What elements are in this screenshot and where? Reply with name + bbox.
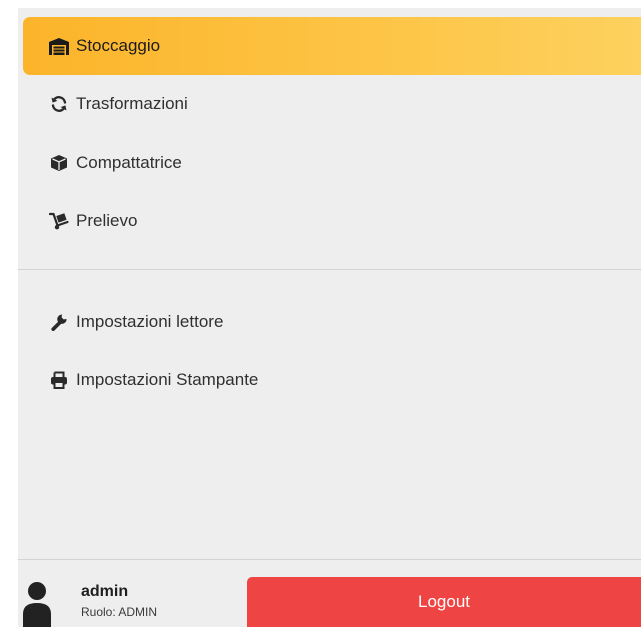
box-icon <box>48 153 69 173</box>
logout-button[interactable]: Logout <box>247 577 641 627</box>
nav-item-label: Trasformazioni <box>76 94 188 113</box>
nav-item-impostazioni-lettore[interactable]: Impostazioni lettore <box>23 293 641 351</box>
nav-item-label: Stoccaggio <box>76 36 161 55</box>
user-panel: admin Ruolo: ADMIN Logout <box>18 560 641 627</box>
sidebar: Stoccaggio Trasformazioni Compattatrice <box>18 8 641 627</box>
warehouse-icon <box>48 36 69 56</box>
nav-item-trasformazioni[interactable]: Trasformazioni <box>23 75 641 133</box>
nav-item-compattatrice[interactable]: Compattatrice <box>23 134 641 192</box>
printer-icon <box>48 370 69 390</box>
nav-item-impostazioni-stampante[interactable]: Impostazioni Stampante <box>23 351 641 409</box>
user-icon <box>22 581 52 627</box>
nav-item-stoccaggio[interactable]: Stoccaggio <box>23 17 641 75</box>
nav-item-label: Compattatrice <box>76 153 182 172</box>
sync-icon <box>48 94 69 114</box>
nav-item-label: Impostazioni Stampante <box>76 370 259 389</box>
nav-divider <box>18 269 641 270</box>
nav-item-label: Impostazioni lettore <box>76 312 224 331</box>
user-role: Ruolo: ADMIN <box>81 605 158 619</box>
nav-item-label: Prelievo <box>76 211 138 230</box>
nav-item-prelievo[interactable]: Prelievo <box>23 192 641 250</box>
username: admin <box>81 583 129 600</box>
wrench-icon <box>48 312 69 332</box>
dolly-icon <box>48 211 69 231</box>
